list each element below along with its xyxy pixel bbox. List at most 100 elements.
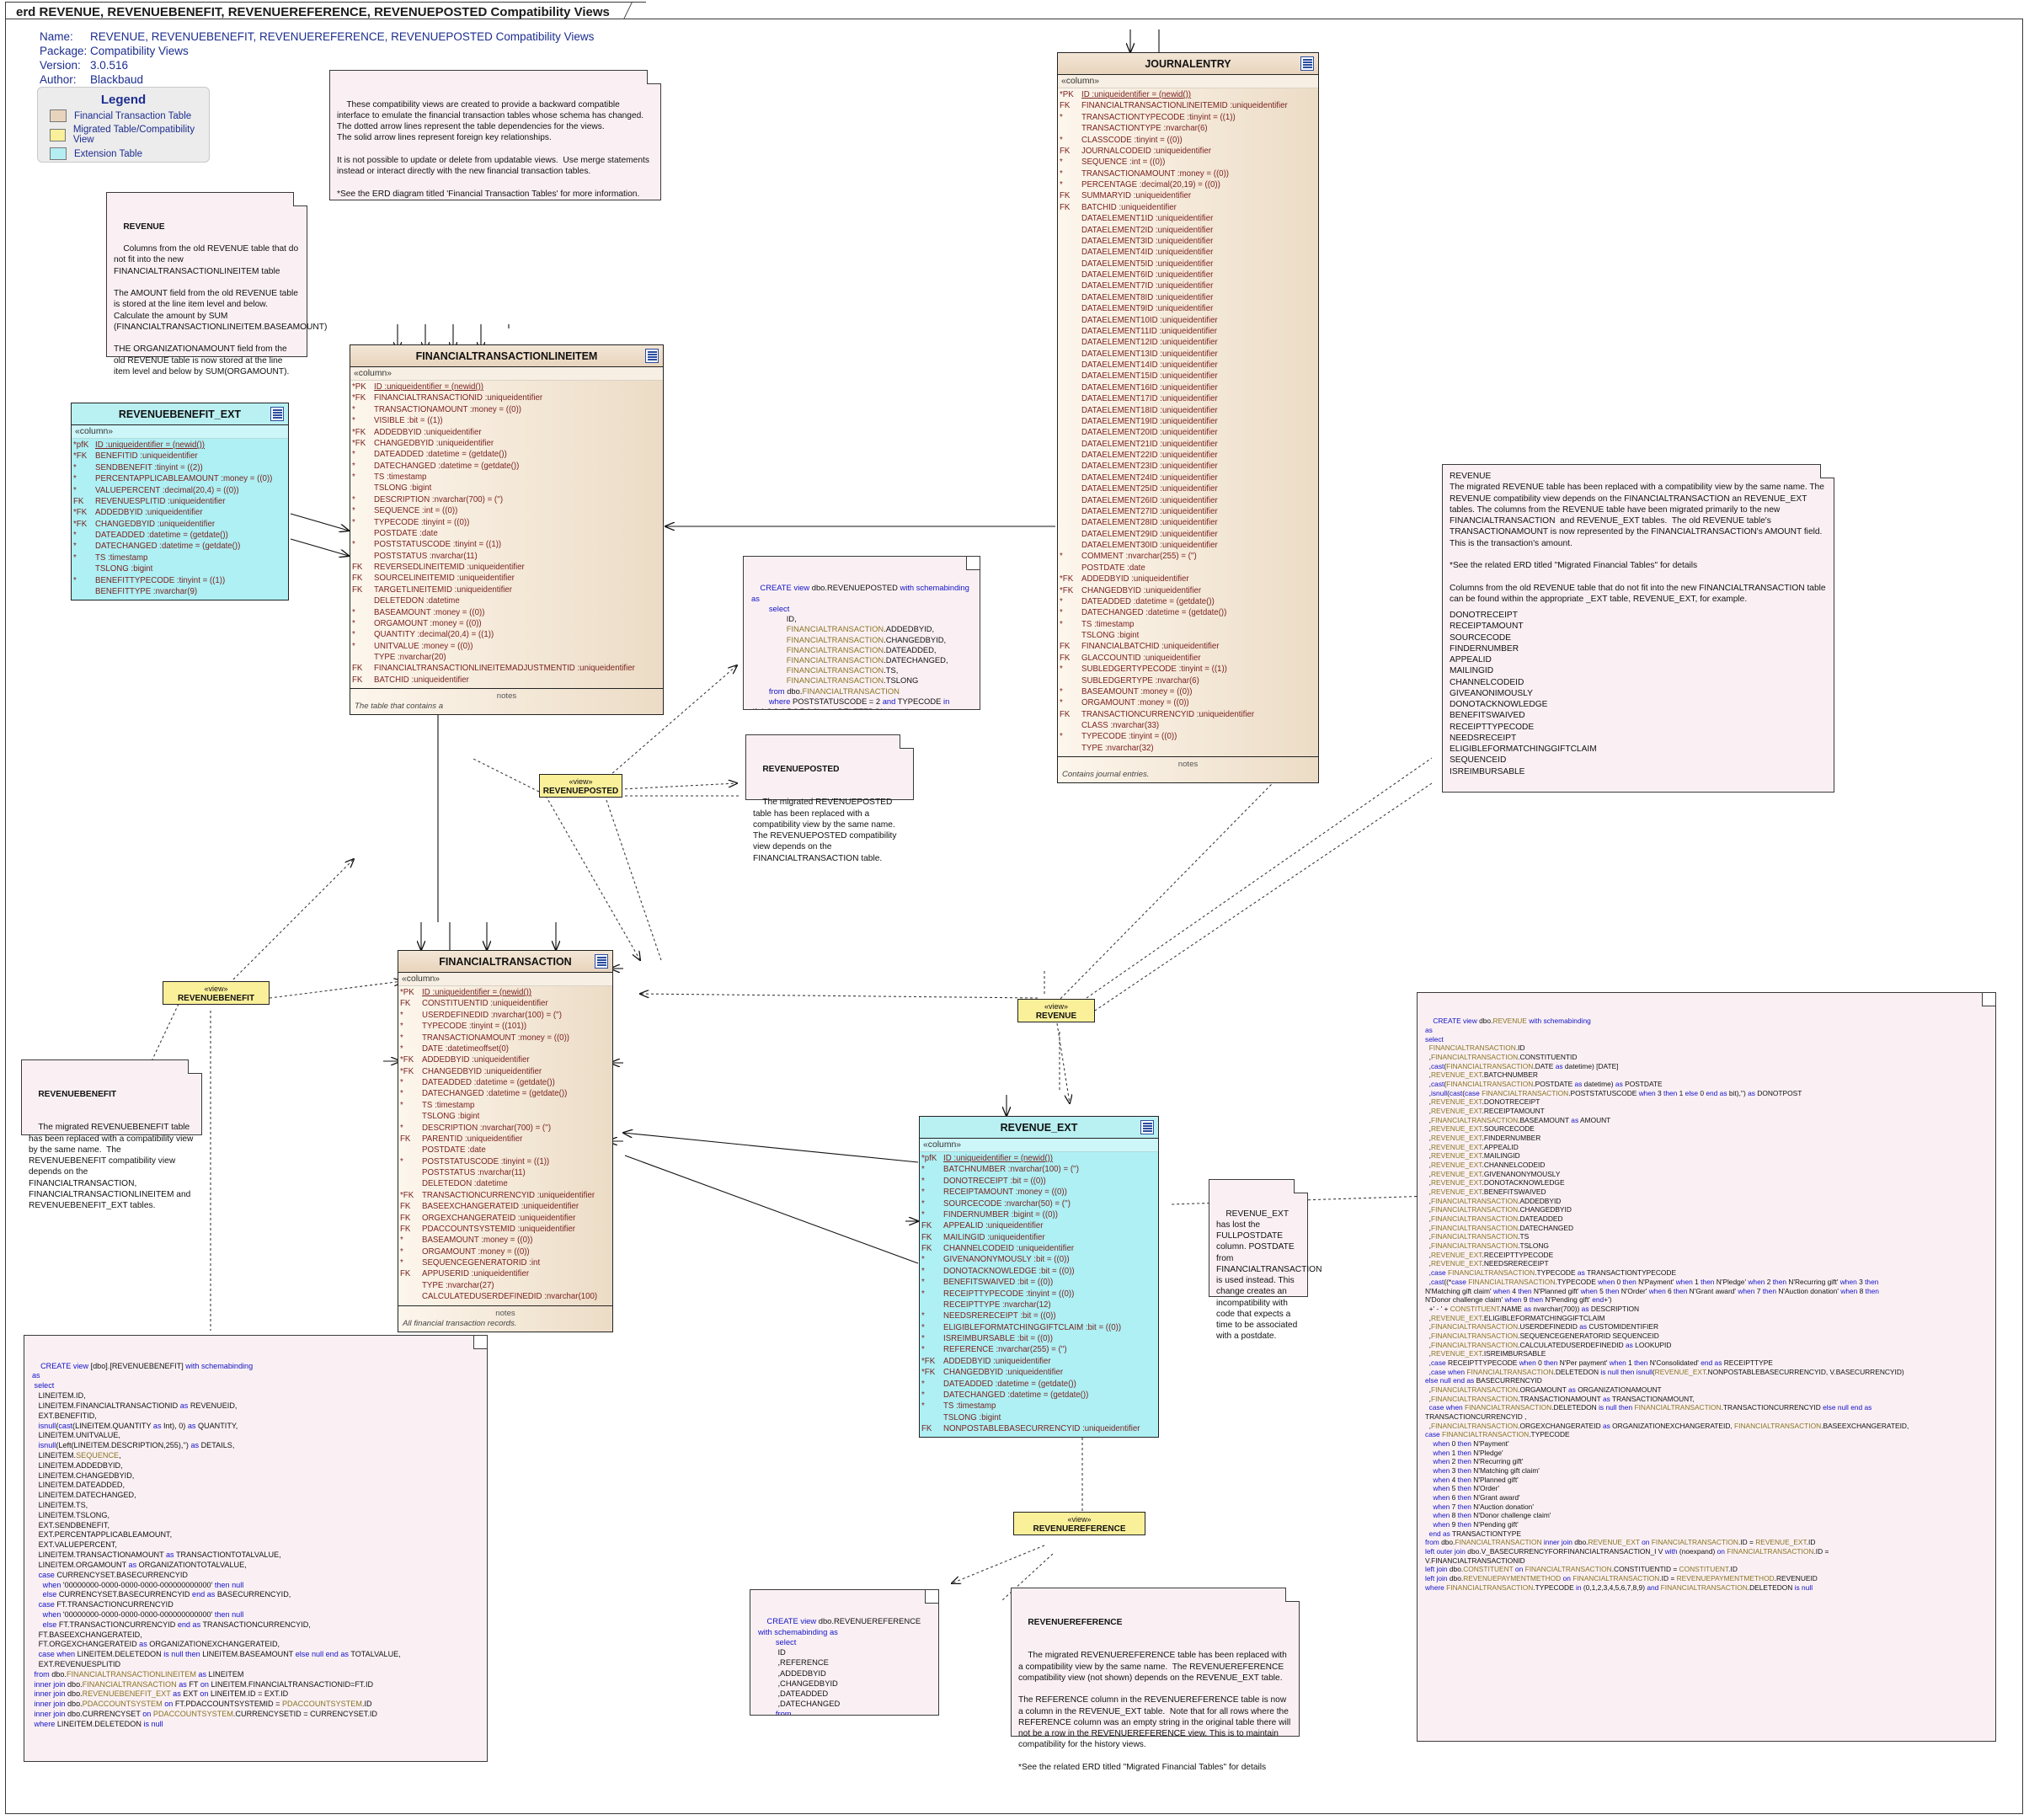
- entity-column-name: TRANSACTIONTYPECODE :tinyint = ((1)): [1081, 112, 1236, 122]
- entity-column-name: TSLONG :bigint: [422, 1112, 480, 1122]
- entity-column: * BENEFITSWAIVED :bit = ((0)): [920, 1277, 1158, 1288]
- entity-column: * BATCHNUMBER :nvarchar(100) = (''): [920, 1164, 1158, 1175]
- entity-column-name: DATAELEMENT16ID :uniqueidentifier: [1081, 382, 1218, 392]
- entity-column-name: REVENUESPLITID :uniqueidentifier: [95, 496, 226, 506]
- view-node-revenuebenefit[interactable]: «view» REVENUEBENEFIT: [163, 981, 270, 1005]
- entity-column-key: FK: [921, 1244, 932, 1253]
- entity-column-name: CALCULATEDUSERDEFINEDID :nvarchar(100): [422, 1292, 598, 1302]
- meta-author-value: Blackbaud: [90, 73, 144, 86]
- entity-column-key: *FK: [921, 1356, 936, 1366]
- note-revenue-left-text: Columns from the old REVENUE table that …: [114, 244, 328, 376]
- entity-financialtransactionlineitem[interactable]: FINANCIALTRANSACTIONLINEITEM «column» *P…: [350, 344, 664, 716]
- entity-column: FK TARGETLINEITEMID :uniqueidentifier: [350, 584, 663, 595]
- entity-column-key: [1060, 326, 1081, 337]
- entity-revenue-ext[interactable]: REVENUE_EXT «column» *pfK ID :uniqueident…: [919, 1116, 1159, 1438]
- entity-revenuebenefit-ext[interactable]: REVENUEBENEFIT_EXT «column» *pfK ID :uniq…: [71, 403, 289, 601]
- entity-title: JOURNALENTRY: [1145, 57, 1231, 70]
- meta-name-key: Name:: [40, 30, 73, 43]
- entity-column: FK BATCHID :uniqueidentifier: [350, 675, 663, 686]
- entity-column: DATAELEMENT8ID :uniqueidentifier: [1058, 292, 1318, 303]
- view-node-revenuereference[interactable]: «view» REVENUEREFERENCE: [1013, 1512, 1145, 1535]
- entity-column: * DONOTACKNOWLEDGE :bit = ((0)): [920, 1266, 1158, 1277]
- entity-column-key: *: [400, 1123, 403, 1133]
- entity-column: * BENEFITTYPECODE :tinyint = ((1)): [72, 575, 288, 586]
- entity-column: DATAELEMENT22ID :uniqueidentifier: [1058, 450, 1318, 461]
- note-fold-icon: [900, 734, 914, 749]
- note-revenuebenefit-title: REVENUEBENEFIT: [38, 1089, 117, 1099]
- entity-column: FK REVERSEDLINEITEMID :uniqueidentifier: [350, 562, 663, 573]
- entity-column-key: *: [921, 1345, 925, 1355]
- entity-column-list: *pfK ID :uniqueidentifier = (newid()) *FK B…: [72, 439, 288, 600]
- entity-column-name: ID :uniqueidentifier = (newid()): [1081, 90, 1192, 99]
- entity-column-name: CLASSCODE :tinyint = ((0)): [1081, 135, 1183, 145]
- entity-column-name: DATAELEMENT28ID :uniqueidentifier: [1081, 518, 1218, 528]
- view-node-revenue[interactable]: «view» REVENUE: [1017, 999, 1095, 1022]
- view-node-revenueposted[interactable]: «view» REVENUEPOSTED: [539, 774, 622, 798]
- legend-swatch-extension: [50, 147, 67, 160]
- entity-column-name: BATCHNUMBER :nvarchar(100) = (''): [943, 1165, 1079, 1175]
- entity-column-key: *: [400, 1078, 403, 1087]
- entity-column-name: TRANSACTIONCURRENCYID :uniqueidentifier: [1081, 709, 1255, 719]
- entity-column-key: *: [921, 1188, 925, 1198]
- entity-financialtransaction[interactable]: FINANCIALTRANSACTION «column» *PK ID :uni…: [398, 950, 613, 1332]
- entity-column: *FK ADDEDBYID :uniqueidentifier: [920, 1356, 1158, 1367]
- entity-column-name: NONPOSTABLEBASECURRENCYID :uniqueidentif…: [943, 1424, 1140, 1433]
- entity-column-key: *: [1060, 686, 1063, 697]
- entity-column: * TRANSACTIONAMOUNT :money = ((0)): [398, 1033, 612, 1043]
- entity-column: * FINDERNUMBER :bigint = ((0)): [920, 1209, 1158, 1220]
- entity-column-name: ADDEDBYID :uniqueidentifier: [95, 508, 203, 518]
- entity-column-name: GLACCOUNTID :uniqueidentifier: [1081, 653, 1201, 663]
- entity-column-name: DATAELEMENT9ID :uniqueidentifier: [1081, 304, 1214, 314]
- entity-column: * POSTSTATUSCODE :tinyint = ((1)): [350, 539, 663, 550]
- entity-column-key: [73, 563, 95, 574]
- entity-column-name: FINDERNUMBER :bigint = ((0)): [943, 1209, 1058, 1220]
- entity-column: * SUBLEDGERTYPECODE :tinyint = ((1)): [1058, 664, 1318, 675]
- entity-column: DATAELEMENT12ID :uniqueidentifier: [1058, 337, 1318, 348]
- entity-column: * ISREIMBURSABLE :bit = ((0)): [920, 1333, 1158, 1344]
- entity-column-name: TS :timestamp: [95, 552, 148, 563]
- entity-column: * TYPECODE :tinyint = ((101)): [398, 1021, 612, 1032]
- entity-column-key: [400, 1280, 422, 1291]
- entity-column: TSLONG :bigint: [398, 1111, 612, 1122]
- entity-column: FK BATCHID :uniqueidentifier: [1058, 202, 1318, 213]
- note-column-name: SEQUENCEID: [1450, 755, 1507, 766]
- entity-column-name: DATECHANGED :datetime = (getdate()): [1081, 608, 1227, 618]
- table-note-icon: [645, 349, 659, 363]
- entity-column-key: [352, 483, 374, 494]
- diagram-tab-label: erd REVENUE, REVENUEBENEFIT, REVENUEREFE…: [5, 2, 646, 20]
- entity-column: FK NONPOSTABLEBASECURRENCYID :uniqueident…: [920, 1423, 1158, 1434]
- entity-column-name: BATCHID :uniqueidentifier: [374, 675, 469, 685]
- entity-column-key: *FK: [400, 1055, 414, 1065]
- view-stereotype: «view»: [569, 777, 593, 786]
- entity-header: JOURNALENTRY: [1058, 53, 1318, 75]
- entity-column-name: DELETEDON :datetime: [422, 1179, 508, 1189]
- entity-column-name: DATECHANGED :datetime = (getdate()): [95, 542, 241, 552]
- entity-column: * BASEAMOUNT :money = ((0)): [1058, 686, 1318, 697]
- entity-column: CALCULATEDUSERDEFINEDID :nvarchar(100): [398, 1291, 612, 1302]
- entity-column-key: *: [400, 1258, 403, 1268]
- entity-column: POSTDATE :date: [350, 528, 663, 539]
- entity-column-name: ADDEDBYID :uniqueidentifier: [374, 427, 482, 437]
- entity-column-name: ORGAMOUNT :money = ((0)): [422, 1246, 530, 1257]
- entity-column-key: *: [921, 1334, 925, 1343]
- entity-column-list: *PK ID :uniqueidentifier = (newid()) *FK FI…: [350, 381, 663, 688]
- meta-name-value: REVENUE, REVENUEBENEFIT, REVENUEREFERENC…: [90, 30, 595, 43]
- entity-column: * REFERENCE :nvarchar(255) = (''): [920, 1344, 1158, 1355]
- entity-column-name: BENEFITTYPE :nvarchar(9): [95, 586, 198, 596]
- entity-column-name: JOURNALCODEID :uniqueidentifier: [1081, 146, 1211, 156]
- entity-column-key: [400, 1167, 422, 1178]
- sql-revenuereference-text: CREATE view dbo.REVENUEREFERENCE with sc…: [758, 1616, 921, 1716]
- entity-column-name: SENDBENEFIT :tinyint = ((2)): [95, 462, 203, 472]
- entity-journalentry[interactable]: JOURNALENTRY «column» *PK ID :uniqueident…: [1057, 52, 1319, 784]
- entity-column: * DATEADDED :datetime = (getdate()): [350, 449, 663, 460]
- note-revenue-left: REVENUE Columns from the old REVENUE tab…: [106, 192, 327, 376]
- entity-column-name: RECEIPTTYPECODE :tinyint = ((0)): [943, 1289, 1075, 1299]
- entity-column-key: *: [352, 517, 355, 527]
- entity-column-key: *: [352, 641, 355, 651]
- entity-column: POSTDATE :date: [398, 1145, 612, 1156]
- entity-column-key: *: [1060, 135, 1063, 145]
- legend-swatch-financial: [50, 109, 67, 122]
- entity-column-name: BENEFITSWAIVED :bit = ((0)): [943, 1278, 1054, 1288]
- entity-column-name: USERDEFINEDID :nvarchar(100) = (''): [422, 1010, 563, 1020]
- entity-column-key: *: [352, 450, 355, 460]
